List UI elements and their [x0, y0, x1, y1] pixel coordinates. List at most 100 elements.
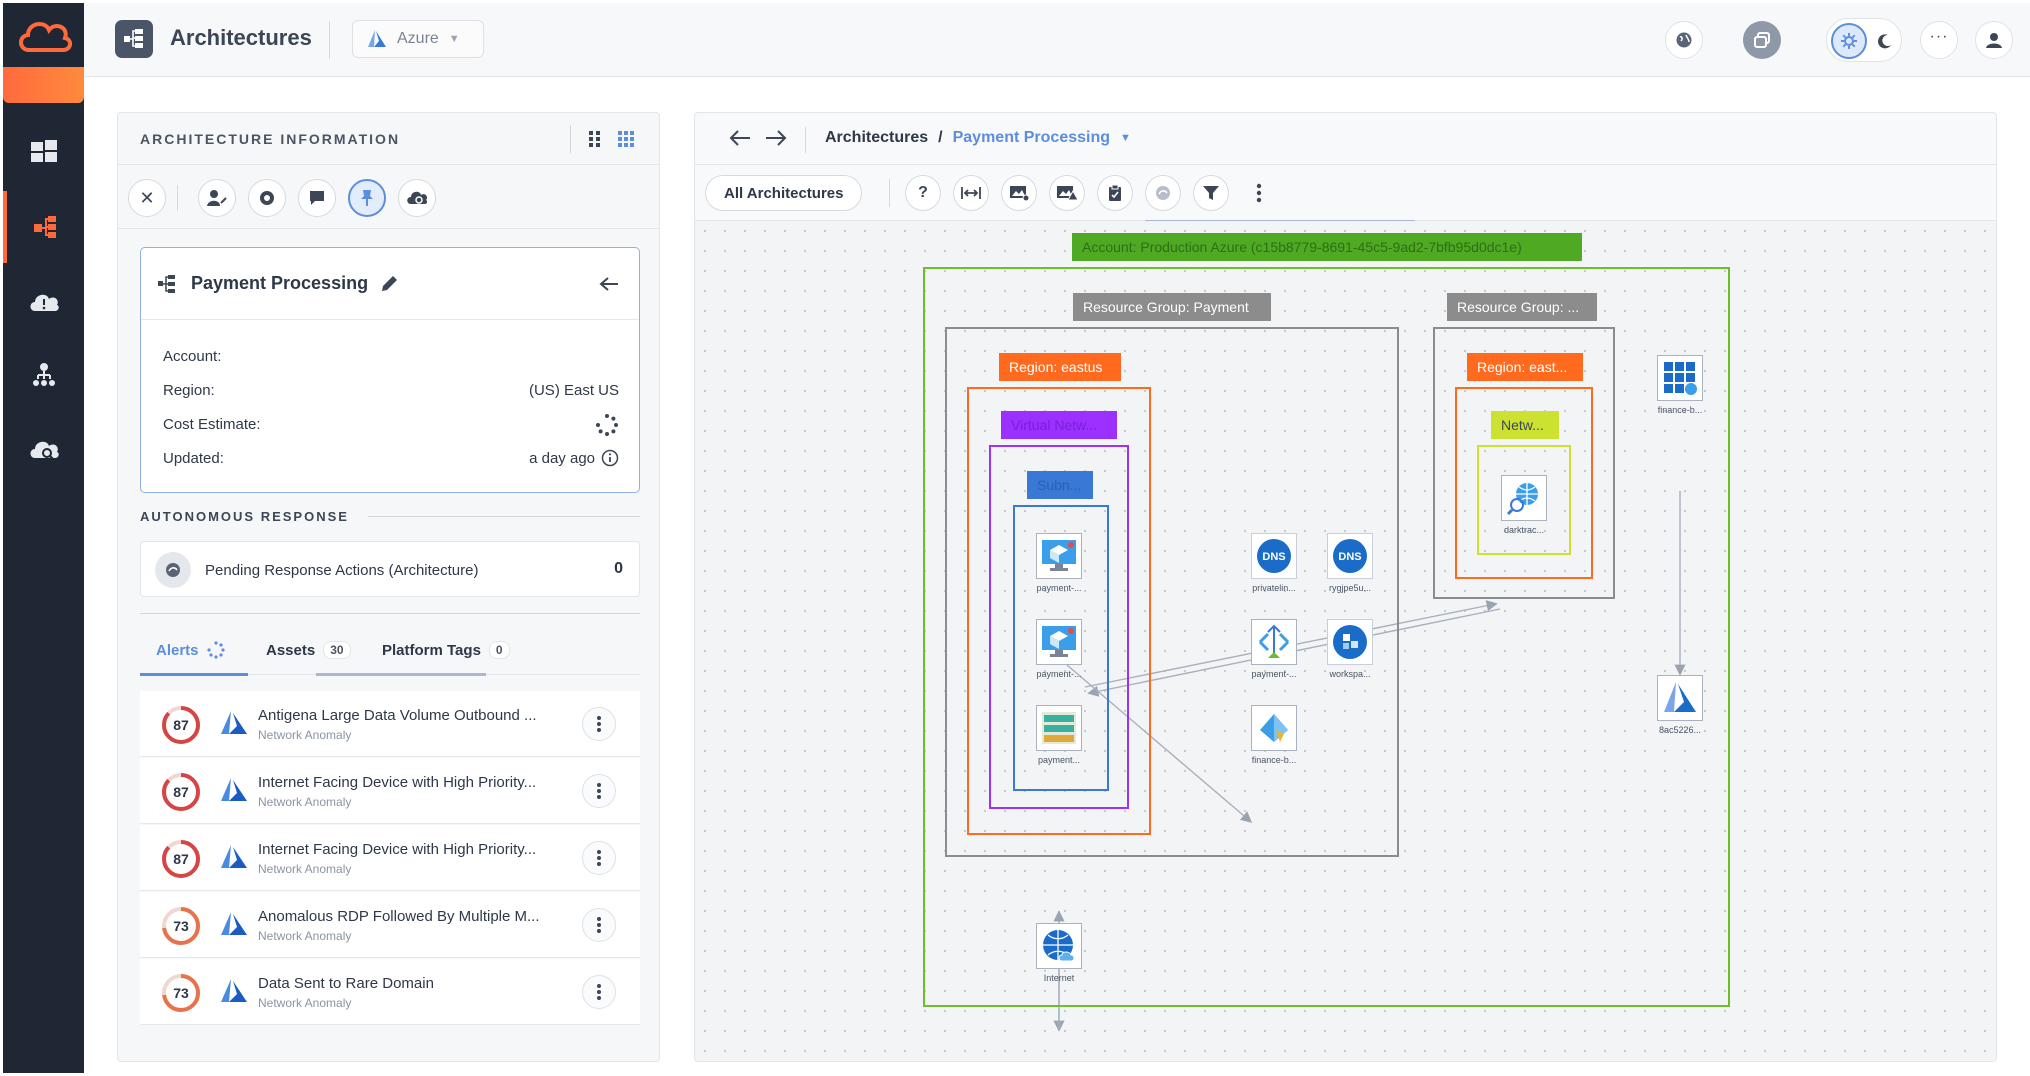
- azure-resource-node[interactable]: [1657, 675, 1703, 721]
- finance-app-node[interactable]: [1657, 355, 1703, 401]
- alert-score-gauge: 87: [162, 840, 200, 878]
- alert-row[interactable]: 87 Antigena Large Data Volume Outbound ..…: [140, 691, 640, 757]
- cloud-provider-select[interactable]: Azure ▼: [352, 20, 484, 58]
- architectures-app-icon: [115, 20, 153, 58]
- pending-response-actions[interactable]: Pending Response Actions (Architecture) …: [140, 541, 640, 597]
- nav-architectures-icon[interactable]: [3, 191, 84, 263]
- globe-icon[interactable]: [1665, 21, 1703, 59]
- alert-row[interactable]: 73 Data Sent to Rare Domain Network Anomal…: [140, 959, 640, 1025]
- resource-group-other-label[interactable]: Resource Group: ...: [1447, 293, 1597, 321]
- tab-platform-tags-count: 0: [488, 641, 510, 659]
- tab-scroll-indicator: [316, 673, 486, 676]
- info-icon[interactable]: [601, 449, 619, 467]
- resource-group-payment-label[interactable]: Resource Group: Payment: [1073, 293, 1271, 321]
- section-divider-2: [140, 613, 640, 614]
- breadcrumb-current[interactable]: Payment Processing: [953, 129, 1110, 147]
- darktrace-sensor-node-label: darktrac...: [1503, 525, 1544, 535]
- help-button[interactable]: ?: [905, 175, 941, 211]
- payment-storage-node[interactable]: [1036, 705, 1082, 751]
- all-architectures-button[interactable]: All Architectures: [705, 175, 863, 211]
- alert-image-icon[interactable]: [1049, 175, 1085, 211]
- alert-more-vertical-icon[interactable]: [582, 975, 616, 1009]
- nav-org-tree-icon[interactable]: [3, 339, 84, 411]
- payment-vm-node-1[interactable]: [1036, 533, 1082, 579]
- architecture-name: Payment Processing: [191, 273, 369, 293]
- windows-stack-icon[interactable]: [1743, 21, 1781, 59]
- payment-vm-node-2[interactable]: [1036, 619, 1082, 665]
- top-bar: Architectures Azure ▼ ···: [84, 3, 2030, 77]
- tab-platform-tags[interactable]: Platform Tags 0: [382, 641, 510, 659]
- alert-more-vertical-icon[interactable]: [582, 707, 616, 741]
- response-icon[interactable]: [1145, 175, 1181, 211]
- breadcrumb-architectures[interactable]: Architectures: [825, 129, 928, 147]
- grid-three-column-icon[interactable]: [617, 130, 635, 148]
- account-label[interactable]: Account: Production Azure (c15b8779-8691…: [1072, 233, 1582, 261]
- alert-title[interactable]: Internet Facing Device with High Priorit…: [258, 841, 568, 858]
- tab-alerts-label: Alerts: [156, 641, 199, 659]
- alert-title[interactable]: Data Sent to Rare Domain: [258, 975, 568, 992]
- status-button[interactable]: [248, 179, 286, 217]
- subnet-label[interactable]: Subn...: [1027, 471, 1093, 499]
- breadcrumb-separator: /: [938, 129, 943, 146]
- finance-b-node[interactable]: [1251, 705, 1297, 751]
- virtual-network-label[interactable]: Virtual Netw...: [1001, 411, 1117, 439]
- left-nav-rail: [3, 3, 84, 1073]
- active-tab-underline: [140, 673, 248, 676]
- alert-title[interactable]: Internet Facing Device with High Priorit…: [258, 774, 568, 791]
- architecture-canvas[interactable]: Account: Production Azure (c15b8779-8691…: [695, 221, 1996, 1061]
- updated-label: Updated:: [163, 450, 224, 467]
- back-arrow-icon[interactable]: [729, 129, 751, 147]
- alert-more-vertical-icon[interactable]: [582, 908, 616, 942]
- back-arrow-icon[interactable]: [599, 276, 619, 292]
- clipboard-check-icon[interactable]: [1097, 175, 1133, 211]
- dns-zone-node-2[interactable]: DNS: [1327, 533, 1373, 579]
- nav-dashboard-icon[interactable]: [3, 115, 84, 187]
- alert-row[interactable]: 87 Internet Facing Device with High Prior…: [140, 758, 640, 824]
- user-avatar-icon[interactable]: [1975, 21, 2013, 59]
- pin-button[interactable]: [348, 179, 386, 217]
- forward-arrow-icon[interactable]: [765, 129, 787, 147]
- more-options-icon[interactable]: ···: [1920, 21, 1958, 59]
- light-theme-gear-icon[interactable]: [1831, 23, 1867, 59]
- internet-node[interactable]: [1036, 923, 1082, 969]
- payment-load-balancer-node[interactable]: [1251, 619, 1297, 665]
- alert-more-vertical-icon[interactable]: [582, 841, 616, 875]
- close-button[interactable]: ✕: [128, 179, 166, 217]
- darktrace-sensor-node[interactable]: [1501, 475, 1547, 521]
- azure-logo-icon: [368, 30, 386, 47]
- filter-icon[interactable]: [1193, 175, 1229, 211]
- diagram-toolbar: All Architectures ?: [695, 165, 1996, 221]
- theme-toggle[interactable]: [1826, 18, 1902, 62]
- alert-title[interactable]: Antigena Large Data Volume Outbound ...: [258, 707, 568, 724]
- tab-assets[interactable]: Assets 30: [266, 641, 351, 659]
- cloud-search-icon: [407, 191, 428, 204]
- cloud-search-button[interactable]: [398, 179, 436, 217]
- toolbar-separator: [177, 185, 178, 211]
- comment-button[interactable]: [298, 179, 336, 217]
- network-label[interactable]: Netw...: [1491, 411, 1559, 439]
- region-eastus-label[interactable]: Region: eastus: [999, 353, 1121, 381]
- nav-cloud-search-icon[interactable]: [3, 413, 84, 485]
- alert-more-vertical-icon[interactable]: [582, 774, 616, 808]
- more-vertical-icon[interactable]: [1241, 175, 1277, 211]
- image-export-icon[interactable]: [1001, 175, 1037, 211]
- workspace-node[interactable]: [1327, 619, 1373, 665]
- alert-title[interactable]: Anomalous RDP Followed By Multiple M...: [258, 908, 568, 925]
- azure-logo-icon: [221, 845, 247, 868]
- tab-alerts[interactable]: Alerts: [156, 641, 225, 659]
- payment-storage-node-label: payment...: [1037, 755, 1081, 765]
- nav-cloud-alert-icon[interactable]: [3, 265, 84, 337]
- grid-two-column-icon[interactable]: [588, 130, 602, 148]
- breadcrumb: Architectures / Payment Processing ▼: [825, 129, 1131, 147]
- fit-width-icon[interactable]: [953, 175, 989, 211]
- alert-row[interactable]: 73 Anomalous RDP Followed By Multiple M..…: [140, 892, 640, 958]
- edit-pencil-icon[interactable]: [379, 274, 399, 294]
- header-separator: [570, 125, 571, 153]
- chevron-down-icon[interactable]: ▼: [1120, 132, 1131, 144]
- assign-user-button[interactable]: [198, 179, 236, 217]
- dark-theme-moon-icon[interactable]: [1871, 23, 1899, 59]
- darktrace-cloud-logo-icon[interactable]: [3, 3, 84, 67]
- alert-row[interactable]: 87 Internet Facing Device with High Prior…: [140, 825, 640, 891]
- region-east-label[interactable]: Region: east...: [1467, 353, 1583, 381]
- dns-zone-node-1[interactable]: DNS: [1251, 533, 1297, 579]
